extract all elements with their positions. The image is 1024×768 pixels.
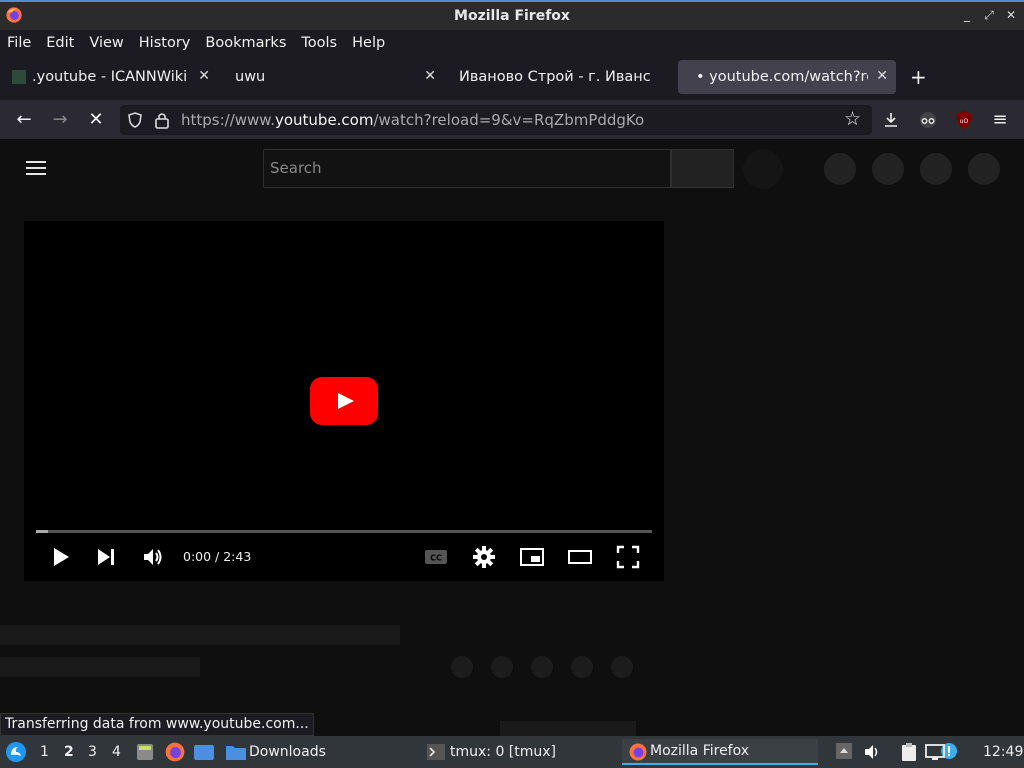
action-skeleton [571,656,593,678]
next-icon[interactable] [94,545,118,569]
tracking-shield-icon[interactable] [127,112,143,128]
window-titlebar: Mozilla Firefox _ ⤢ ✕ [0,0,1024,30]
tab-uwu[interactable]: uwu ✕ [226,60,444,94]
close-window-button[interactable]: ✕ [1004,8,1018,23]
status-panel: Transferring data from www.youtube.com..… [0,713,314,736]
tab-favicon-icon [12,70,26,84]
lock-icon[interactable] [154,111,170,129]
video-player[interactable]: 0:00 / 2:43 CC [24,221,664,581]
clipboard-icon[interactable] [900,742,918,762]
play-icon[interactable] [48,545,72,569]
tab-close-icon[interactable]: ✕ [424,68,436,84]
screen: Mozilla Firefox _ ⤢ ✕ File Edit View His… [0,0,1024,768]
url-host: youtube.com [274,111,374,129]
fullscreen-icon[interactable] [616,545,640,569]
tab-close-icon[interactable]: ✕ [876,68,888,84]
progress-bar[interactable] [36,530,652,533]
menu-edit[interactable]: Edit [46,35,74,51]
meta-skeleton [0,657,200,677]
header-icon-placeholder[interactable] [872,153,904,185]
menu-help[interactable]: Help [352,35,385,51]
folder-icon[interactable] [225,742,247,762]
menu-file[interactable]: File [7,35,31,51]
taskbar-firefox[interactable]: Mozilla Firefox [622,739,818,765]
tab-youtube[interactable]: • youtube.com/watch?re ✕ [678,60,896,94]
workspace-2[interactable]: 2 [64,744,74,760]
volume-icon[interactable] [141,545,165,569]
content-skeleton [500,721,636,736]
url-text[interactable]: https://www.youtube.com/watch?reload=9&v… [181,111,644,129]
miniplayer-icon[interactable] [520,545,544,569]
bookmark-star-icon[interactable]: ☆ [844,108,861,130]
download-icon[interactable] [882,111,900,129]
menubar: File Edit View History Bookmarks Tools H… [0,30,1024,55]
header-icon-placeholder[interactable] [920,153,952,185]
tab-label: • youtube.com/watch?re [696,69,868,85]
captions-icon[interactable]: CC [424,545,448,569]
back-arrow-icon[interactable]: ← [13,110,35,130]
desktop-icon[interactable] [193,742,215,762]
workspace-1[interactable]: 1 [40,744,49,760]
taskbar: 1 2 3 4 Downloads tmux: 0 [tmux] 12:49 [0,736,1024,768]
file-manager-icon[interactable] [135,742,155,762]
terminal-icon[interactable] [426,742,446,762]
firefox-launcher-icon[interactable] [164,741,186,763]
navigation-toolbar: ← → ✕ https://www.youtube.com/watch?relo… [0,100,1024,140]
clock: 12:49 [983,744,1024,760]
extension-spy-icon[interactable] [918,110,938,130]
firefox-logo-icon [6,7,22,23]
theater-mode-icon[interactable] [568,545,592,569]
tab-label: uwu [235,69,266,85]
tab-ivanovo[interactable]: Иваново Строй - г. Иванс [452,60,668,94]
stop-icon[interactable]: ✕ [85,110,107,130]
tab-label: .youtube - ICANNWiki [32,69,188,85]
svg-text:CC: CC [430,554,442,563]
workspace-4[interactable]: 4 [112,744,121,760]
youtube-search-input[interactable]: Search [263,149,671,188]
workspace-3[interactable]: 3 [88,744,97,760]
menu-view[interactable]: View [89,35,123,51]
hamburger-menu-icon[interactable]: ≡ [989,110,1011,130]
tab-icannwiki[interactable]: .youtube - ICANNWiki ✕ [6,60,218,94]
window-title: Mozilla Firefox [454,8,570,24]
url-bar[interactable]: https://www.youtube.com/watch?reload=9&v… [120,105,872,135]
maximize-button[interactable]: ⤢ [982,8,996,23]
minimize-button[interactable]: _ [960,8,974,23]
ublock-origin-icon[interactable]: uO [955,110,973,130]
tray-arrow-icon[interactable] [835,742,853,760]
speaker-icon[interactable] [863,743,881,761]
tab-strip: .youtube - ICANNWiki ✕ uwu ✕ Иваново Стр… [0,55,1024,100]
menu-history[interactable]: History [139,35,191,51]
youtube-search-button[interactable] [671,149,734,188]
youtube-page: Search 0:00 / 2:43 CC [0,141,1024,736]
action-skeleton [611,656,633,678]
title-skeleton [0,625,400,645]
youtube-large-play-button[interactable] [310,377,378,425]
taskbar-tmux[interactable]: tmux: 0 [tmux] [450,744,556,760]
header-icon-placeholder[interactable] [968,153,1000,185]
url-path: /watch?reload=9&v=RqZbmPddgKo [373,111,645,129]
action-skeleton [531,656,553,678]
video-time: 0:00 / 2:43 [183,549,252,564]
action-skeleton [451,656,473,678]
tab-close-icon[interactable]: ✕ [198,68,210,84]
taskbar-firefox-label: Mozilla Firefox [650,743,750,759]
url-prefix: https://www. [181,111,275,129]
header-icon-placeholder[interactable] [824,153,856,185]
youtube-guide-menu-icon[interactable] [26,161,46,175]
menu-tools[interactable]: Tools [301,35,337,51]
app-launcher-icon[interactable] [5,741,27,763]
action-skeleton [491,656,513,678]
firefox-task-icon [629,743,647,761]
taskbar-downloads[interactable]: Downloads [249,744,326,760]
menu-bookmarks[interactable]: Bookmarks [205,35,286,51]
tab-label: Иваново Строй - г. Иванс [459,69,651,85]
forward-arrow-icon[interactable]: → [49,110,71,130]
voice-search-placeholder[interactable] [743,149,783,189]
svg-text:uO: uO [960,118,969,125]
new-tab-button[interactable]: + [910,65,927,89]
settings-gear-icon[interactable] [472,545,496,569]
network-icon[interactable] [925,743,945,761]
